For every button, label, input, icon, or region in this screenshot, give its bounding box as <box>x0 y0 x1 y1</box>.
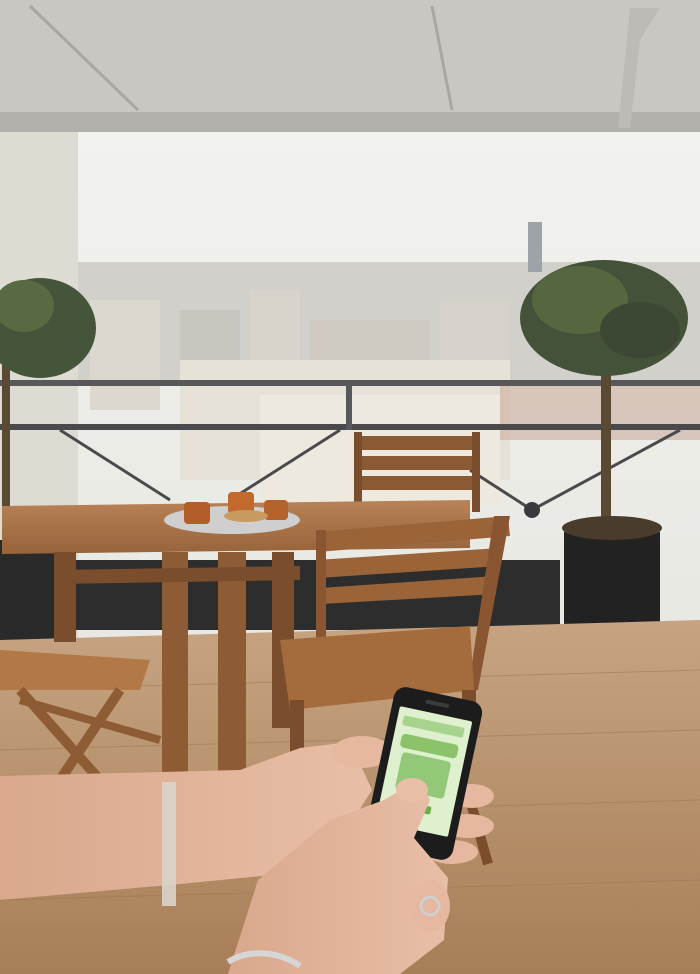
awning <box>0 0 700 132</box>
left-planter <box>0 540 58 640</box>
terrace-photo <box>0 0 700 974</box>
bracelet <box>162 782 176 906</box>
index-fingertip <box>396 778 428 802</box>
terrace-scene <box>0 0 700 974</box>
